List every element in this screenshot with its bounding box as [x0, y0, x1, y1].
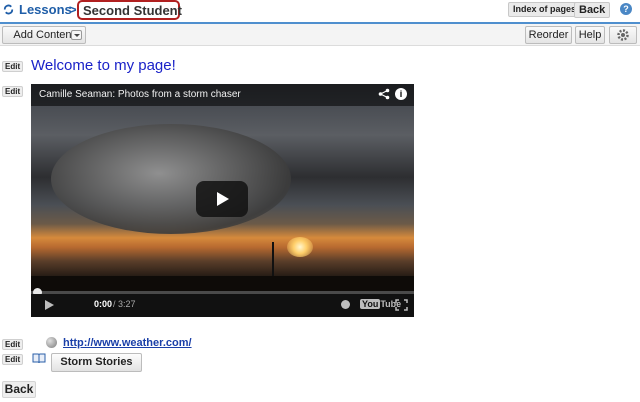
storm-stories-button[interactable]: Storm Stories [51, 353, 142, 372]
video-player[interactable]: Camille Seaman: Photos from a storm chas… [31, 84, 414, 317]
video-controls: 0:00 / 3:27 You Tube [31, 294, 414, 317]
video-title[interactable]: Camille Seaman: Photos from a storm chas… [39, 89, 241, 100]
help-button[interactable]: Help [575, 26, 605, 44]
video-thumbnail-windmill [272, 242, 274, 278]
video-titlebar: Camille Seaman: Photos from a storm chas… [31, 84, 414, 106]
video-time-current: 0:00 [94, 299, 113, 309]
video-time-duration: 3:27 [118, 299, 136, 309]
breadcrumb-lessons-link[interactable]: Lessons [19, 2, 72, 17]
index-of-pages-button[interactable]: Index of pages [508, 2, 582, 17]
add-content-button[interactable]: Add Content [2, 26, 86, 44]
youtube-brand-you: You [360, 299, 381, 309]
globe-icon [46, 337, 57, 348]
play-control-icon[interactable] [45, 300, 54, 310]
help-icon[interactable]: ? [620, 3, 632, 15]
toolbar: Add Content Reorder Help [0, 24, 640, 46]
video-thumbnail-storm [51, 124, 291, 234]
video-thumbnail-sun [287, 237, 313, 257]
refresh-icon[interactable] [3, 4, 14, 15]
video-time-total: / 3:27 [113, 299, 136, 309]
dropdown-arrow-icon [71, 30, 82, 40]
edit-button-video[interactable]: Edit [2, 86, 24, 97]
gear-icon [617, 29, 629, 41]
edit-button-link[interactable]: Edit [2, 339, 24, 350]
fullscreen-icon[interactable] [395, 299, 408, 311]
book-icon [32, 353, 46, 364]
back-button-bottom[interactable]: Back [2, 381, 36, 398]
weather-link[interactable]: http://www.weather.com/ [63, 337, 192, 349]
edit-button-storm-stories[interactable]: Edit [2, 354, 24, 365]
back-button-top[interactable]: Back [574, 2, 611, 18]
play-icon[interactable] [196, 181, 248, 217]
edit-button-welcome[interactable]: Edit [2, 61, 24, 72]
info-icon[interactable]: i [395, 88, 407, 100]
breadcrumb-current-page: Second Student [77, 0, 182, 20]
welcome-heading: Welcome to my page! [31, 57, 176, 74]
settings-icon[interactable] [341, 300, 350, 309]
share-icon[interactable] [378, 88, 390, 100]
settings-button[interactable] [609, 26, 637, 44]
reorder-button[interactable]: Reorder [525, 26, 572, 44]
add-content-label: Add Content [13, 29, 75, 41]
breadcrumb-separator: > [69, 2, 77, 17]
header: Lessons > Second Student Index of pages … [0, 0, 640, 22]
